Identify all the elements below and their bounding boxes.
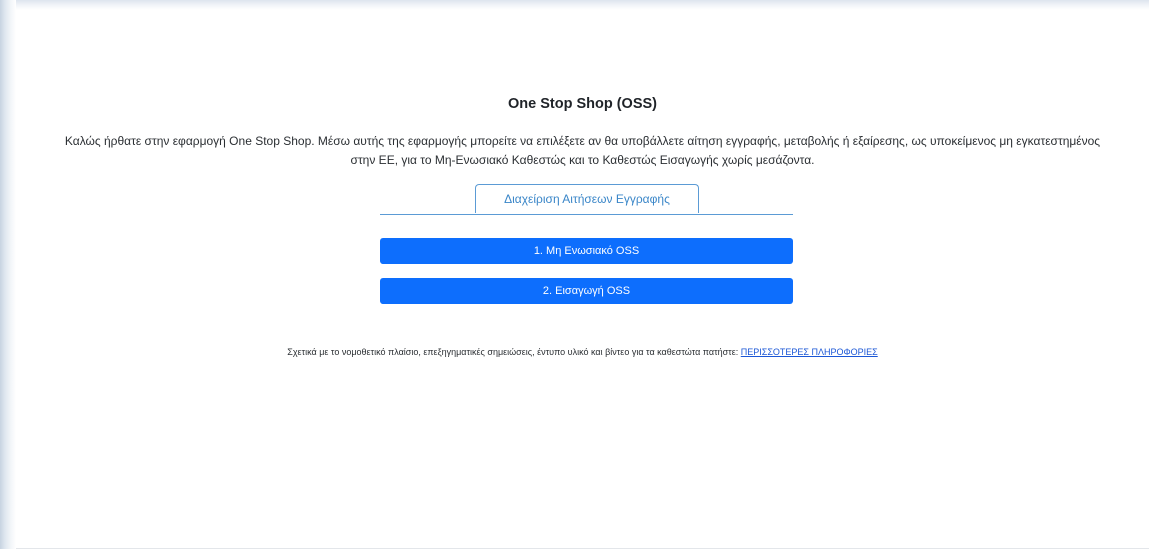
- tab-registration-management[interactable]: Διαχείριση Αιτήσεων Εγγραφής: [475, 184, 699, 213]
- page-title: One Stop Shop (OSS): [507, 96, 658, 112]
- info-text: Σχετικά με το νομοθετικό πλαίσιο, επεξηγ…: [16, 347, 1149, 357]
- more-info-link[interactable]: ΠΕΡΙΣΣΟΤΕΡΕΣ ΠΛΗΡΟΦΟΡΙΕΣ: [741, 347, 878, 357]
- left-shadow: [0, 0, 16, 549]
- non-union-oss-button[interactable]: 1. Μη Ενωσιακό OSS: [380, 238, 793, 264]
- tab-bar: Διαχείριση Αιτήσεων Εγγραφής: [380, 184, 793, 216]
- info-label: Σχετικά με το νομοθετικό πλαίσιο, επεξηγ…: [287, 347, 741, 357]
- intro-text: Καλώς ήρθατε στην εφαρμογή One Stop Shop…: [64, 134, 1101, 167]
- main-content: One Stop Shop (OSS) Καλώς ήρθατε στην εφ…: [16, 0, 1149, 549]
- import-oss-button[interactable]: 2. Εισαγωγή OSS: [380, 278, 793, 304]
- app-frame: One Stop Shop (OSS) Καλώς ήρθατε στην εφ…: [0, 0, 1149, 549]
- tab-underline: [380, 214, 793, 215]
